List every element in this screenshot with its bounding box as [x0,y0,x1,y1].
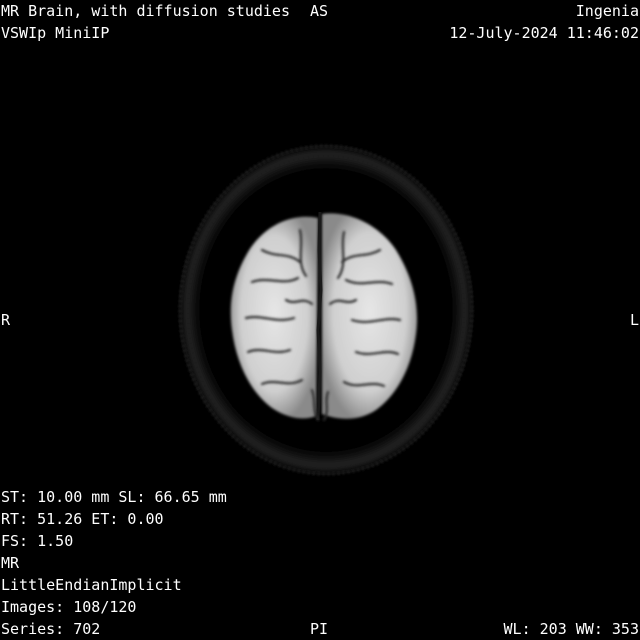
study-description: MR Brain, with diffusion studies [1,2,290,20]
series-number: Series: 702 [1,620,101,638]
institution-name: Ingenia [575,2,639,20]
orientation-top: AS [310,2,329,20]
modality: MR [1,554,20,572]
mri-brain-slice [176,142,476,478]
image-viewport[interactable]: MR Brain, with diffusion studies VSWIp M… [0,0,640,640]
series-description: VSWIp MiniIP [1,24,110,42]
orientation-bottom: PI [310,620,329,638]
window-level-width: WL: 203 WW: 353 [503,620,639,638]
repetition-echo-time: RT: 51.26 ET: 0.00 [1,510,164,528]
study-date-time: 12-July-2024 11:46:02 [449,24,639,42]
transfer-syntax: LittleEndianImplicit [1,576,182,594]
slice-thickness-location: ST: 10.00 mm SL: 66.65 mm [1,488,227,506]
field-strength: FS: 1.50 [1,532,74,550]
image-counter: Images: 108/120 [1,598,137,616]
orientation-right: L [629,311,639,329]
orientation-left: R [1,311,11,329]
